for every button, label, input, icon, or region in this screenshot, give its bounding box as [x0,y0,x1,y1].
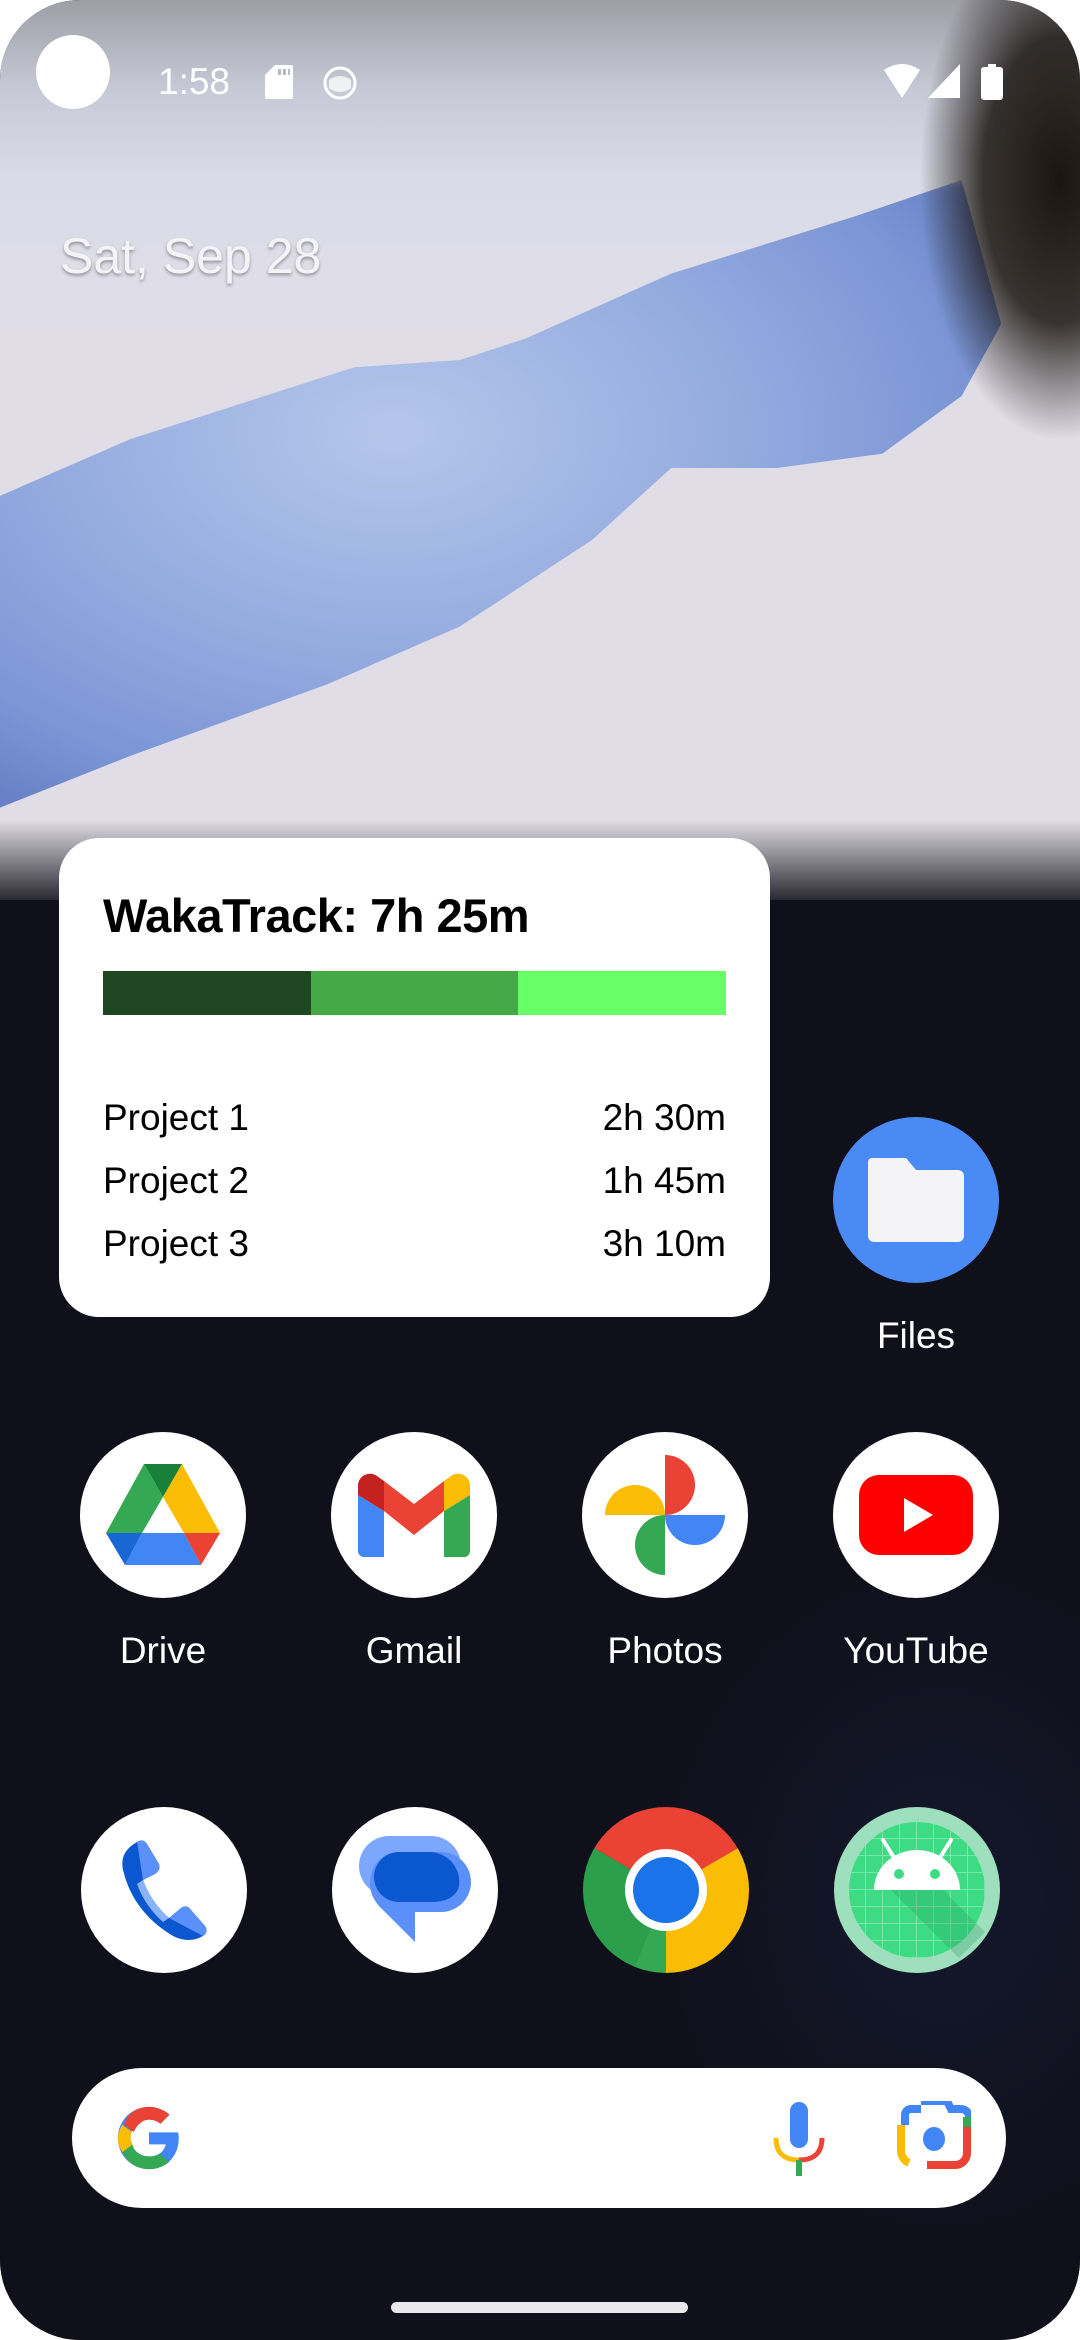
microphone-icon[interactable] [772,2102,826,2178]
app-label: Drive [119,1630,207,1671]
wifi-icon [884,64,920,98]
phone-icon [122,1840,207,1940]
bar-segment-project-2 [310,971,519,1015]
project-name: Project 1 [103,1096,250,1138]
google-search-bar[interactable] [72,2068,1006,2208]
app-files[interactable]: Files [816,1117,1016,1359]
app-photos[interactable]: Photos [565,1432,765,1674]
phone-icon-circle [81,1807,247,1973]
project-row: Project 3 3h 10m [103,1212,726,1275]
gmail-icon-circle [331,1432,497,1598]
app-label: Files [876,1315,956,1356]
chrome-icon-circle [583,1807,749,1973]
project-name: Project 2 [103,1159,250,1201]
sd-card-icon [265,65,293,99]
project-time: 1h 45m [602,1159,726,1201]
app-label: Photos [607,1630,723,1671]
wakatrack-widget[interactable]: WakaTrack: 7h 25m Project 1 2h 30m Proje… [59,838,770,1317]
gmail-icon [358,1473,470,1557]
project-row: Project 1 2h 30m [103,1086,726,1149]
photos-icon-circle [582,1432,748,1598]
chrome-icon [583,1807,749,1973]
app-phone[interactable] [64,1807,264,1973]
camera-cutout [36,35,110,109]
home-screen: 1:58 Sat, Sep 28 WakaTrack: 7h 25m Proje… [0,0,1080,2340]
project-time: 3h 10m [602,1222,726,1264]
app-gmail[interactable]: Gmail [314,1432,514,1674]
home-gesture-bar[interactable] [391,2302,688,2313]
date-text[interactable]: Sat, Sep 28 [60,226,321,286]
app-label: YouTube [843,1630,989,1671]
time-distribution-bar [103,971,726,1015]
youtube-icon-circle [833,1432,999,1598]
youtube-icon [859,1475,973,1555]
google-lens-icon[interactable] [897,2101,971,2169]
android-notification-icon [323,66,357,100]
android-icon [849,1822,985,1958]
app-chrome[interactable] [566,1807,766,1973]
drive-icon-circle [80,1432,246,1598]
files-icon-circle [833,1117,999,1283]
google-g-icon [117,2106,179,2170]
app-messages[interactable] [315,1807,515,1973]
app-youtube[interactable]: YouTube [816,1432,1016,1674]
project-row: Project 2 1h 45m [103,1149,726,1212]
app-android-studio[interactable] [817,1807,1017,1973]
project-name: Project 3 [103,1222,250,1264]
google-photos-icon [605,1455,725,1575]
cell-signal-icon [928,64,960,98]
widget-title: WakaTrack: 7h 25m [103,889,530,942]
battery-icon [981,64,1003,100]
project-list: Project 1 2h 30m Project 2 1h 45m Projec… [103,1086,726,1275]
android-icon-circle [834,1807,1000,1973]
bar-segment-project-3 [518,971,726,1015]
messages-icon-circle [332,1807,498,1973]
project-time: 2h 30m [602,1096,726,1138]
bar-segment-project-1 [103,971,311,1015]
folder-icon [868,1158,964,1242]
status-time: 1:58 [158,61,231,102]
google-drive-icon [106,1464,220,1565]
messages-icon [359,1836,471,1942]
app-drive[interactable]: Drive [63,1432,263,1674]
app-label: Gmail [365,1630,463,1671]
